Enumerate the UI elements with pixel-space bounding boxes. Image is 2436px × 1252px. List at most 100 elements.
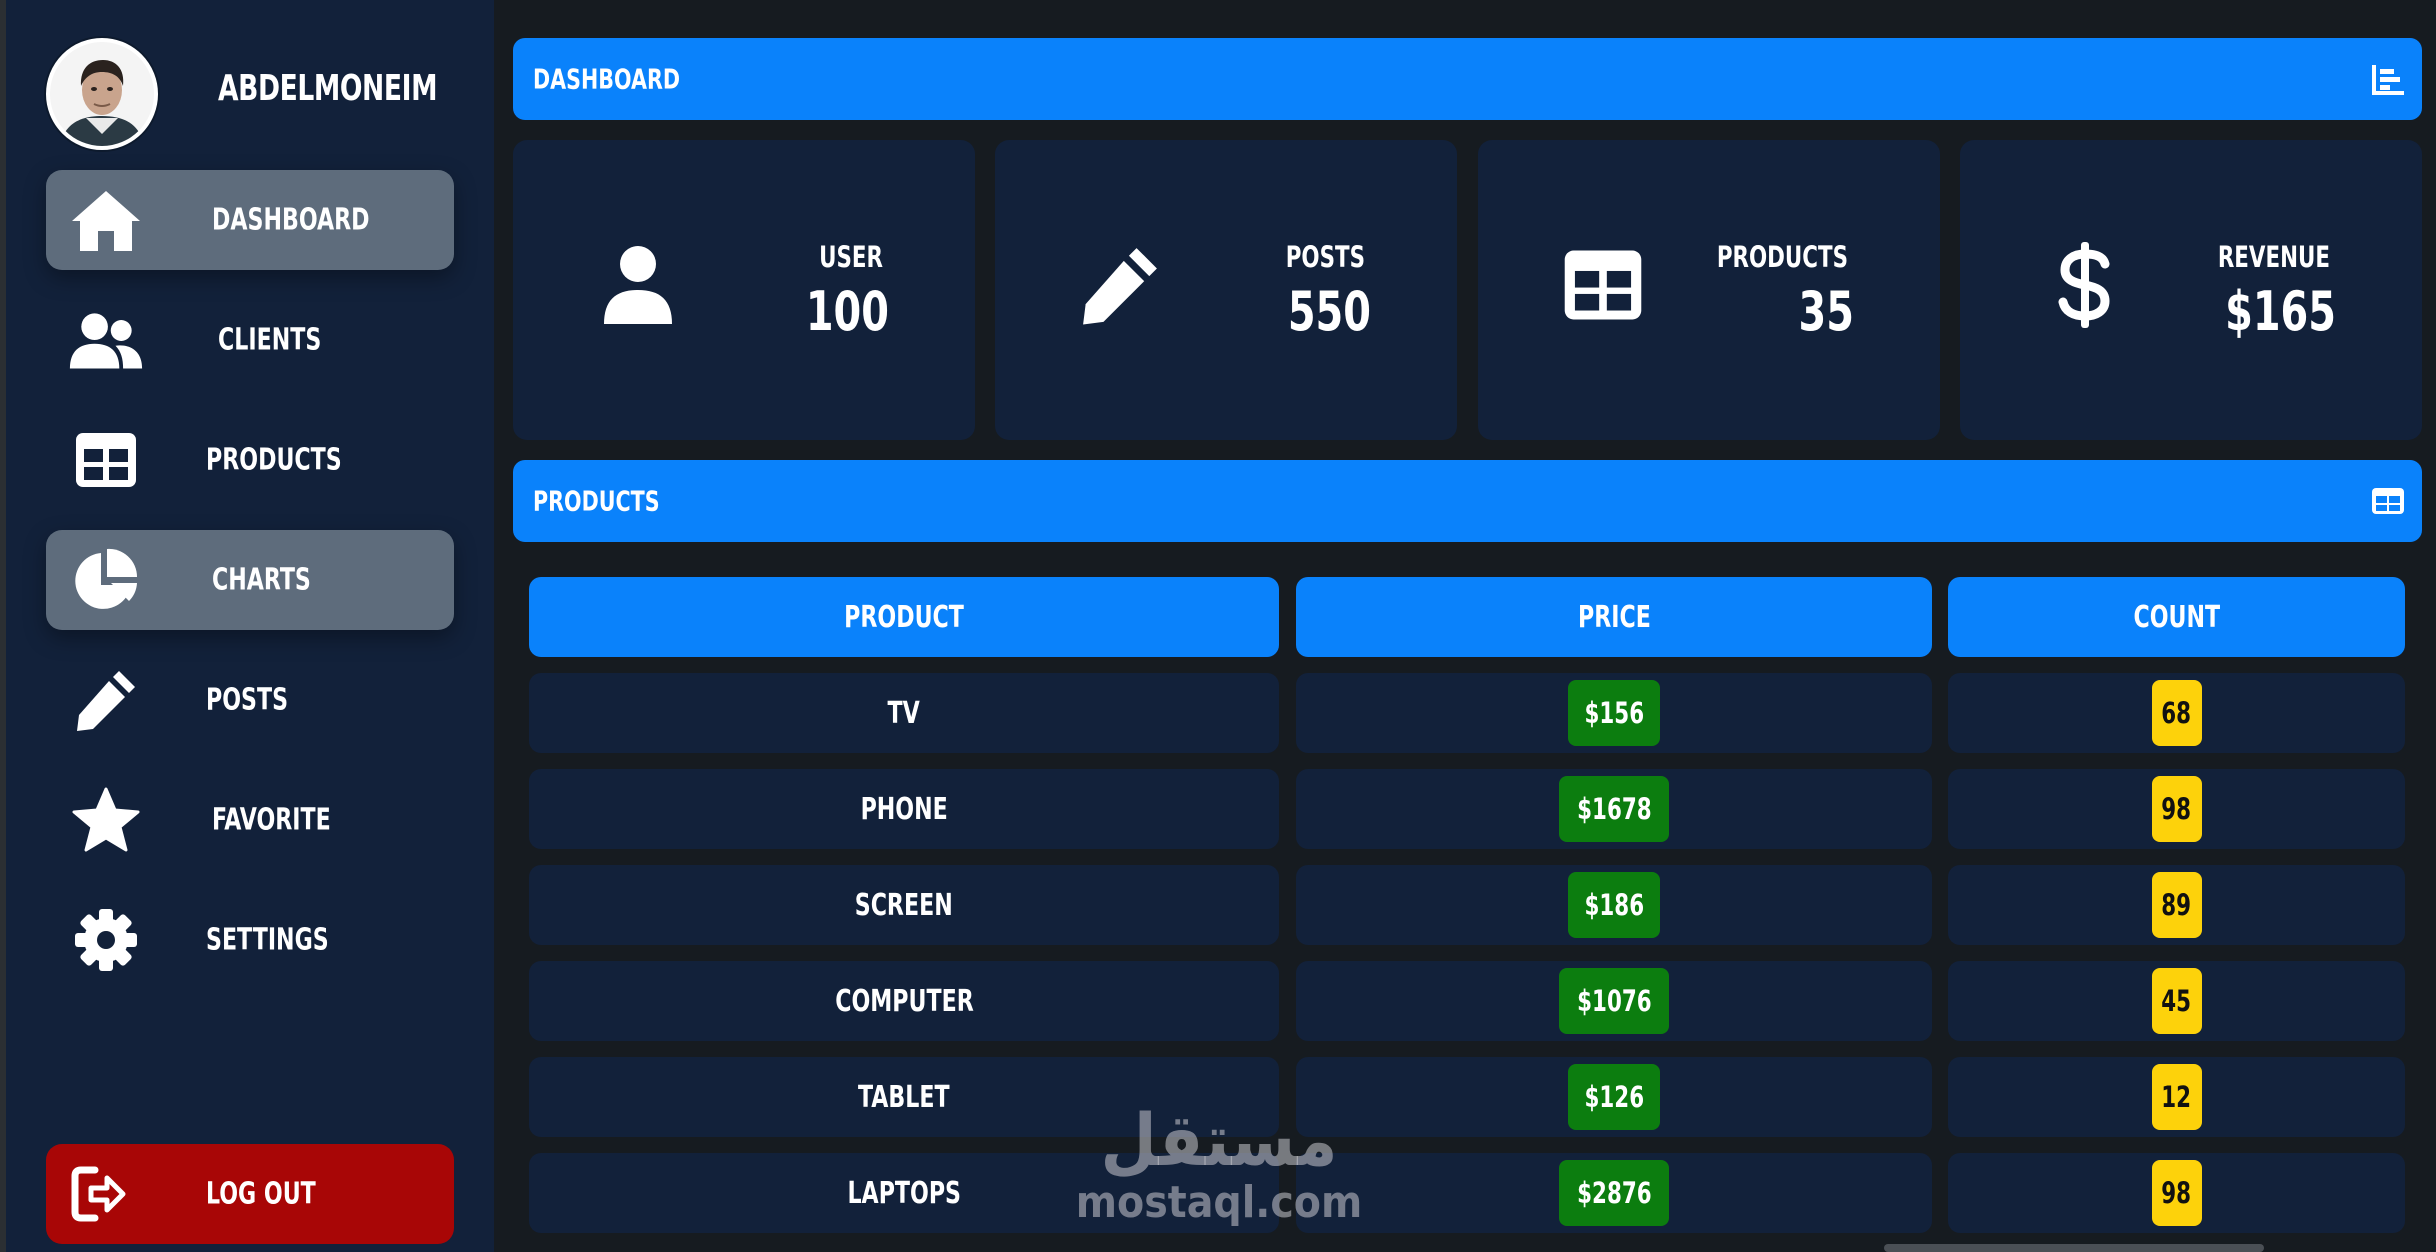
count-badge: 12 bbox=[2151, 1064, 2202, 1130]
count-value: 45 bbox=[2161, 984, 2192, 1018]
sidebar-item-label: POSTS bbox=[206, 682, 289, 718]
stat-value: $165 bbox=[2225, 280, 2336, 343]
horizontal-scrollbar[interactable] bbox=[1884, 1244, 2264, 1252]
column-header-product[interactable]: PRODUCT bbox=[529, 577, 1279, 657]
stat-value: 100 bbox=[805, 280, 889, 343]
sidebar-item-label: PRODUCTS bbox=[206, 442, 342, 478]
sidebar-item-products[interactable]: PRODUCTS bbox=[46, 410, 454, 510]
count-value: 12 bbox=[2161, 1080, 2192, 1114]
sidebar-item-charts[interactable]: CHARTS bbox=[46, 530, 454, 630]
stat-card-products[interactable]: PRODUCTS 35 bbox=[1478, 140, 1940, 440]
stat-value: 550 bbox=[1287, 280, 1371, 343]
stat-card-users[interactable]: USER 100 bbox=[513, 140, 975, 440]
sidebar-item-label: CLIENTS bbox=[218, 322, 322, 358]
user-name: ABDELMONEIM bbox=[218, 68, 438, 109]
sidebar-item-favorite[interactable]: FAVORITE bbox=[46, 770, 454, 870]
table-icon[interactable] bbox=[2370, 483, 2406, 519]
sign-out-icon bbox=[68, 1156, 144, 1232]
sidebar-item-settings[interactable]: SETTINGS bbox=[46, 890, 454, 990]
star-icon bbox=[68, 782, 144, 858]
stat-value: 35 bbox=[1798, 280, 1854, 343]
pencil-icon bbox=[68, 662, 144, 738]
avatar-photo bbox=[50, 42, 154, 146]
product-name: PHONE bbox=[860, 791, 948, 827]
count-badge: 98 bbox=[2151, 1160, 2202, 1226]
stat-card-posts[interactable]: POSTS 550 bbox=[995, 140, 1457, 440]
table-cell-product: SCREEN bbox=[529, 865, 1279, 945]
table-icon bbox=[68, 422, 144, 498]
chart-bar-icon[interactable] bbox=[2370, 61, 2406, 97]
price-value: $126 bbox=[1584, 1080, 1644, 1114]
sidebar-item-posts[interactable]: POSTS bbox=[46, 650, 454, 750]
count-badge: 98 bbox=[2151, 776, 2202, 842]
product-name: TABLET bbox=[858, 1079, 950, 1115]
sidebar-item-clients[interactable]: CLIENTS bbox=[46, 290, 454, 390]
logout-label: LOG OUT bbox=[206, 1176, 316, 1212]
product-name: SCREEN bbox=[854, 887, 953, 923]
count-value: 89 bbox=[2161, 888, 2192, 922]
sidebar: ABDELMONEIM DASHBOARD CLIENTS PRODUCTS C… bbox=[6, 0, 494, 1252]
logout-button[interactable]: LOG OUT bbox=[46, 1144, 454, 1244]
column-header-label: COUNT bbox=[2133, 599, 2220, 635]
product-name: TV bbox=[887, 695, 921, 731]
table-cell-count: 98 bbox=[1948, 769, 2405, 849]
count-badge: 45 bbox=[2151, 968, 2202, 1034]
price-badge: $2876 bbox=[1558, 1160, 1670, 1226]
price-value: $1678 bbox=[1576, 792, 1652, 826]
table-cell-price: $1678 bbox=[1296, 769, 1932, 849]
table-cell-price: $2876 bbox=[1296, 1153, 1932, 1233]
price-value: $2876 bbox=[1576, 1176, 1652, 1210]
home-icon bbox=[68, 182, 144, 258]
sidebar-item-label: DASHBOARD bbox=[212, 202, 370, 238]
watermark-latin: mostaql.com bbox=[1075, 1177, 1363, 1228]
sidebar-item-label: FAVORITE bbox=[212, 802, 331, 838]
price-badge: $1678 bbox=[1558, 776, 1670, 842]
table-cell-count: 89 bbox=[1948, 865, 2405, 945]
product-name: COMPUTER bbox=[834, 983, 974, 1019]
price-value: $1076 bbox=[1576, 984, 1652, 1018]
table-cell-price: $186 bbox=[1296, 865, 1932, 945]
table-icon bbox=[1548, 230, 1658, 340]
users-icon bbox=[68, 302, 144, 378]
user-icon bbox=[583, 230, 693, 340]
table-cell-count: 98 bbox=[1948, 1153, 2405, 1233]
section-title: PRODUCTS bbox=[533, 484, 660, 518]
price-badge: $186 bbox=[1567, 872, 1661, 938]
table-cell-product: PHONE bbox=[529, 769, 1279, 849]
pie-chart-icon bbox=[68, 542, 144, 618]
table-cell-product: COMPUTER bbox=[529, 961, 1279, 1041]
table-cell-count: 68 bbox=[1948, 673, 2405, 753]
count-badge: 68 bbox=[2151, 680, 2202, 746]
price-value: $156 bbox=[1584, 696, 1644, 730]
price-badge: $1076 bbox=[1558, 968, 1670, 1034]
column-header-label: PRICE bbox=[1577, 599, 1651, 635]
stat-label: USER bbox=[819, 240, 883, 274]
gear-icon bbox=[68, 902, 144, 978]
sidebar-item-label: SETTINGS bbox=[206, 922, 329, 958]
table-cell-price: $156 bbox=[1296, 673, 1932, 753]
product-name: LAPTOPS bbox=[847, 1175, 961, 1211]
stat-label: PRODUCTS bbox=[1716, 240, 1848, 274]
count-badge: 89 bbox=[2151, 872, 2202, 938]
table-cell-product: TV bbox=[529, 673, 1279, 753]
table-cell-count: 45 bbox=[1948, 961, 2405, 1041]
table-cell-price: $1076 bbox=[1296, 961, 1932, 1041]
page-title: DASHBOARD bbox=[533, 62, 681, 96]
watermark: مستقل mostaql.com bbox=[1064, 1102, 1374, 1228]
price-badge: $156 bbox=[1567, 680, 1661, 746]
stat-card-revenue[interactable]: REVENUE $165 bbox=[1960, 140, 2422, 440]
column-header-price[interactable]: PRICE bbox=[1296, 577, 1932, 657]
price-value: $186 bbox=[1584, 888, 1644, 922]
pencil-icon bbox=[1065, 230, 1175, 340]
dollar-icon bbox=[2030, 230, 2140, 340]
products-header: PRODUCTS bbox=[513, 460, 2422, 542]
sidebar-item-dashboard[interactable]: DASHBOARD bbox=[46, 170, 454, 270]
watermark-arabic: مستقل bbox=[1100, 1098, 1338, 1182]
table-cell-count: 12 bbox=[1948, 1057, 2405, 1137]
column-header-count[interactable]: COUNT bbox=[1948, 577, 2405, 657]
price-badge: $126 bbox=[1567, 1064, 1661, 1130]
column-header-label: PRODUCT bbox=[844, 599, 964, 635]
avatar[interactable] bbox=[46, 38, 158, 150]
sidebar-item-label: CHARTS bbox=[212, 562, 311, 598]
stat-label: REVENUE bbox=[2217, 240, 2330, 274]
